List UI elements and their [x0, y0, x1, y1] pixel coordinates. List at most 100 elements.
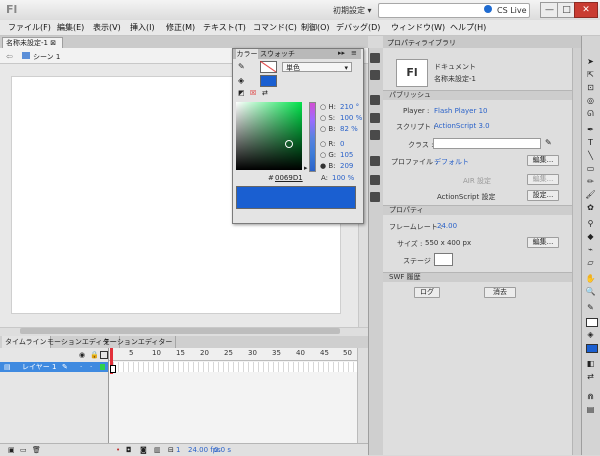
text-tool-icon[interactable]: T: [585, 138, 596, 147]
profile-edit-button[interactable]: 編集...: [527, 155, 559, 166]
size-edit-button[interactable]: 編集...: [527, 237, 559, 248]
stroke-pencil-icon[interactable]: ✎: [238, 62, 245, 71]
menu-file[interactable]: ファイル(F): [8, 22, 51, 33]
default-colors-icon[interactable]: ◧: [585, 359, 596, 368]
air-edit-button[interactable]: 編集...: [527, 174, 559, 185]
info-panel-icon[interactable]: [370, 113, 380, 123]
onion-markers-icon[interactable]: ⊟: [168, 446, 174, 454]
menu-edit[interactable]: 編集(E): [57, 22, 84, 33]
rectangle-tool-icon[interactable]: ▭: [585, 164, 596, 173]
hue-slider[interactable]: [309, 102, 316, 172]
menu-insert[interactable]: 挿入(I): [130, 22, 155, 33]
eraser-tool-icon[interactable]: ▱: [585, 258, 596, 267]
menu-window[interactable]: ウィンドウ(W): [391, 22, 445, 33]
saturation-value[interactable]: 100 %: [340, 114, 362, 122]
tab-color[interactable]: カラー: [236, 49, 258, 59]
selection-tool-icon[interactable]: ➤: [585, 57, 596, 66]
current-frame[interactable]: 1: [176, 446, 180, 454]
panel-menu-icon[interactable]: ≡: [351, 49, 357, 57]
properties-scrollbar[interactable]: [572, 48, 581, 455]
center-frame-icon[interactable]: •: [116, 446, 120, 454]
onion-skin-icon[interactable]: ◘: [126, 446, 132, 454]
scene-label[interactable]: シーン 1: [33, 52, 60, 62]
swap-colors-icon[interactable]: ⇄: [585, 372, 596, 381]
stroke-color-swatch[interactable]: [586, 318, 598, 327]
close-button[interactable]: ✕: [574, 2, 598, 18]
hex-value[interactable]: 0069D1: [275, 174, 303, 182]
menu-help[interactable]: ヘルプ(H): [450, 22, 486, 33]
hue-value[interactable]: 210 °: [340, 103, 359, 111]
class-input[interactable]: [433, 138, 541, 149]
red-value[interactable]: 0: [340, 140, 344, 148]
workspace-switcher[interactable]: 初期設定 ▾: [333, 5, 372, 16]
menu-control[interactable]: 制御(O): [301, 22, 330, 33]
tab-motion-editor-2[interactable]: モーションエディター: [100, 336, 177, 348]
lock-dot-icon[interactable]: ·: [90, 362, 92, 372]
lasso-tool-icon[interactable]: ᘏ: [585, 109, 596, 118]
frame-row[interactable]: [109, 362, 357, 372]
tool-option-icon[interactable]: ▤: [585, 405, 596, 414]
snap-to-objects-icon[interactable]: ⋒: [585, 392, 596, 401]
back-arrow-icon[interactable]: ⇦: [6, 52, 13, 61]
clear-button[interactable]: 消去: [484, 287, 516, 298]
components-panel-icon[interactable]: [370, 175, 380, 185]
green-value[interactable]: 105: [340, 151, 353, 159]
color-picker-area[interactable]: [236, 102, 302, 170]
fps-value[interactable]: 24.00: [437, 222, 457, 230]
no-color-icon[interactable]: ☒: [250, 89, 256, 97]
onion-outline-icon[interactable]: ◙: [140, 446, 147, 454]
hue-slider-handle[interactable]: ▸: [304, 164, 308, 172]
cs-live-label[interactable]: CS Live: [497, 6, 527, 15]
black-white-icon[interactable]: ◩: [238, 89, 245, 97]
section-properties[interactable]: プロパティ: [383, 205, 581, 215]
panel-collapse-icon[interactable]: ▸▸: [338, 49, 345, 57]
blue-value[interactable]: 209: [340, 162, 353, 170]
new-layer-icon[interactable]: ▣: [8, 446, 15, 454]
profile-value[interactable]: デフォルト: [434, 157, 469, 167]
stage-color-swatch[interactable]: [434, 253, 453, 266]
log-button[interactable]: ログ: [414, 287, 440, 298]
edit-multiple-icon[interactable]: ▥: [154, 446, 161, 454]
player-value[interactable]: Flash Player 10: [434, 107, 487, 115]
3d-rotation-tool-icon[interactable]: ◎: [585, 96, 596, 105]
library-panel-icon[interactable]: [370, 156, 380, 166]
delete-layer-icon[interactable]: 🗑: [32, 446, 41, 454]
color-panel-icon[interactable]: [370, 53, 380, 63]
fill-type-select[interactable]: 単色 ▾: [282, 62, 352, 72]
swap-icon[interactable]: ⇄: [262, 89, 268, 97]
brush-tool-icon[interactable]: 🖌: [585, 190, 596, 199]
eye-icon[interactable]: ◉: [79, 351, 85, 359]
stroke-color-icon[interactable]: ✎: [585, 303, 596, 312]
brightness-value[interactable]: 82 %: [340, 125, 358, 133]
outline-icon[interactable]: [100, 351, 108, 359]
transform-panel-icon[interactable]: [370, 130, 380, 140]
zoom-tool-icon[interactable]: 🔍: [585, 287, 596, 296]
class-edit-pencil-icon[interactable]: ✎: [545, 138, 552, 147]
menu-modify[interactable]: 修正(M): [166, 22, 195, 33]
pencil-tool-icon[interactable]: ✏: [585, 177, 596, 186]
hand-tool-icon[interactable]: ✋: [585, 274, 596, 283]
subselection-tool-icon[interactable]: ⇱: [585, 70, 596, 79]
alpha-value[interactable]: 100 %: [332, 174, 354, 182]
menu-debug[interactable]: デバッグ(D): [336, 22, 380, 33]
tab-swatches[interactable]: スウォッチ: [260, 49, 295, 59]
layer-name[interactable]: レイヤー 1: [22, 362, 56, 372]
bone-tool-icon[interactable]: ⚲: [585, 219, 596, 228]
align-panel-icon[interactable]: [370, 95, 380, 105]
menu-commands[interactable]: コマンド(C): [253, 22, 297, 33]
free-transform-tool-icon[interactable]: ⊡: [585, 83, 596, 92]
tab-properties[interactable]: プロパティ: [387, 38, 422, 48]
stage-scroll-thumb[interactable]: [20, 328, 340, 334]
layer-row[interactable]: ▤ レイヤー 1 ✎ · ·: [0, 362, 108, 372]
section-swf-history[interactable]: SWF 履歴: [383, 272, 581, 282]
new-folder-icon[interactable]: ▭: [20, 446, 27, 454]
section-publish[interactable]: パブリッシュ: [383, 90, 581, 100]
line-tool-icon[interactable]: ╲: [585, 151, 596, 160]
color-picker-cursor[interactable]: [285, 140, 293, 148]
fill-color-swatch[interactable]: [586, 344, 598, 353]
layer-color-icon[interactable]: [100, 364, 105, 370]
fill-swatch[interactable]: [260, 75, 277, 87]
fill-bucket-icon[interactable]: ◈: [238, 76, 244, 85]
eyedropper-tool-icon[interactable]: ⌁: [585, 245, 596, 254]
lock-icon[interactable]: 🔒: [90, 351, 99, 359]
